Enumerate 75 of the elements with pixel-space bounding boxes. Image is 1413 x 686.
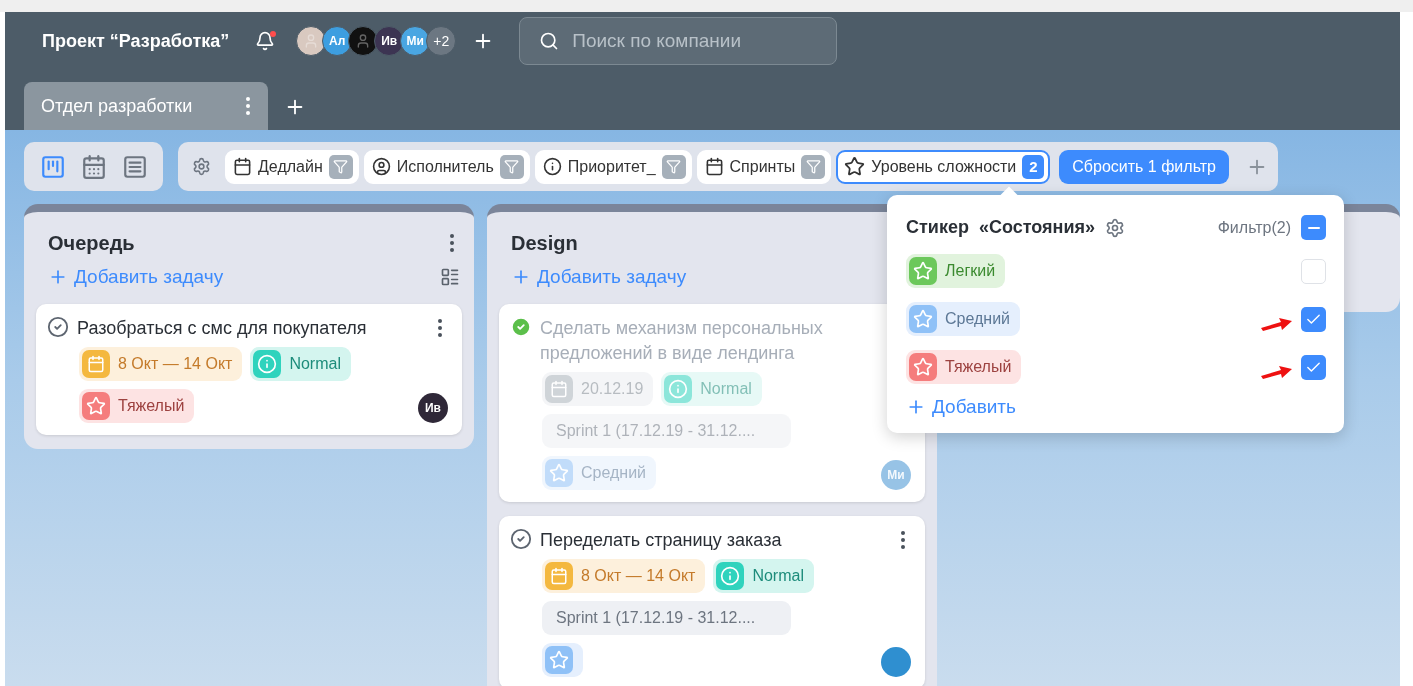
priority-tag: Normal: [713, 559, 814, 593]
star-icon: [913, 309, 933, 329]
task-card[interactable]: Переделать страницу заказа 8 Окт — 14 Окт Normal Sprint 1 (17.12.19 - 31.12....: [499, 516, 925, 686]
checkbox[interactable]: [1301, 258, 1326, 284]
filter-chip[interactable]: Дедлайн: [225, 149, 359, 184]
sprint-tag: Sprint 1 (17.12.19 - 31.12....: [542, 601, 791, 635]
project-title: Проект “Разработка”: [42, 30, 230, 52]
filter-chip[interactable]: Уровень сложности 2: [836, 149, 1051, 184]
reset-filter-button[interactable]: Сбросить 1 фильтр: [1059, 149, 1229, 184]
column-title: Очередь: [48, 231, 135, 255]
task-title: Сделать механизм персональных предложений в виде лендинга: [540, 317, 824, 365]
calendar-icon: [550, 380, 568, 398]
difficulty-tag[interactable]: Легкий: [906, 254, 1006, 288]
select-all-checkbox[interactable]: [1301, 215, 1326, 240]
filter-count: 2: [1022, 154, 1045, 179]
star-icon: [549, 650, 569, 670]
task-card[interactable]: Разобраться с смс для покупателя 8 Окт — 14 Окт Normal Тяжелый Ив: [36, 304, 462, 435]
priority-tag: Normal: [661, 372, 762, 406]
settings-icon[interactable]: [1105, 217, 1125, 238]
search-field[interactable]: Поиск по компании: [519, 17, 838, 65]
difficulty-tag[interactable]: Средний: [906, 302, 1021, 336]
difficulty-tag: Средний: [542, 456, 657, 490]
more-members-badge[interactable]: +2: [426, 26, 457, 56]
user-icon: [371, 157, 391, 176]
star-icon: [549, 463, 569, 483]
difficulty-tag[interactable]: Тяжелый: [906, 350, 1022, 384]
tab[interactable]: Отдел разработки: [24, 82, 268, 130]
more-button[interactable]: [450, 234, 454, 252]
filter-chip[interactable]: Исполнитель: [363, 149, 530, 184]
calendar-icon: [87, 355, 105, 373]
calendar-icon: [704, 157, 724, 176]
info-icon: [542, 157, 562, 176]
filter-chip[interactable]: Приоритет_: [534, 149, 692, 184]
info-icon: [668, 379, 689, 399]
sprint-tag: Sprint 1 (17.12.19 - 31.12....: [542, 414, 791, 448]
filter-chip[interactable]: Спринты: [696, 149, 832, 184]
star-icon: [913, 357, 933, 377]
filter-label: Фильтр(2): [1217, 218, 1291, 237]
column-title: Design: [511, 231, 578, 255]
date-tag: 8 Окт — 14 Окт: [79, 347, 243, 381]
add-task-link[interactable]: Добавить задачу: [48, 266, 224, 288]
more-icon: [901, 531, 905, 549]
checkbox[interactable]: [1301, 306, 1326, 332]
difficulty-tag: Тяжелый: [79, 389, 195, 423]
assignee-avatar: Ив: [418, 393, 448, 423]
popover-title: Стикер «Состояния»: [906, 217, 1095, 238]
funnel-icon: [801, 154, 826, 179]
date-tag: 20.12.19: [542, 372, 654, 406]
assignee-avatar: Ми: [881, 460, 911, 490]
info-icon: [720, 566, 741, 586]
calendar-view-icon: [80, 153, 107, 180]
checkbox[interactable]: [1301, 354, 1326, 380]
board-view-icon: [39, 153, 66, 180]
star-icon: [844, 156, 866, 177]
task-title: Разобраться с смс для покупателя: [77, 317, 368, 340]
bell-icon[interactable]: [255, 31, 276, 51]
star-icon: [913, 261, 933, 281]
more-icon: [246, 97, 250, 115]
settings-icon[interactable]: [192, 157, 211, 176]
more-icon: [450, 234, 454, 252]
date-tag: 8 Окт — 14 Окт: [542, 559, 706, 593]
funnel-icon: [661, 154, 686, 179]
calendar-icon: [233, 157, 252, 176]
add-task-link[interactable]: Добавить задачу: [511, 266, 687, 288]
more-icon: [438, 319, 442, 337]
star-icon: [86, 396, 106, 416]
priority-tag: Normal: [250, 347, 351, 381]
info-icon: [257, 354, 278, 374]
calendar-icon: [550, 567, 568, 585]
funnel-icon: [328, 154, 353, 179]
task-title: Переделать страницу заказа: [540, 529, 783, 552]
search-icon: [539, 31, 560, 51]
list-view-icon: [121, 153, 148, 180]
template-icon[interactable]: [440, 267, 460, 287]
funnel-icon: [499, 154, 524, 179]
